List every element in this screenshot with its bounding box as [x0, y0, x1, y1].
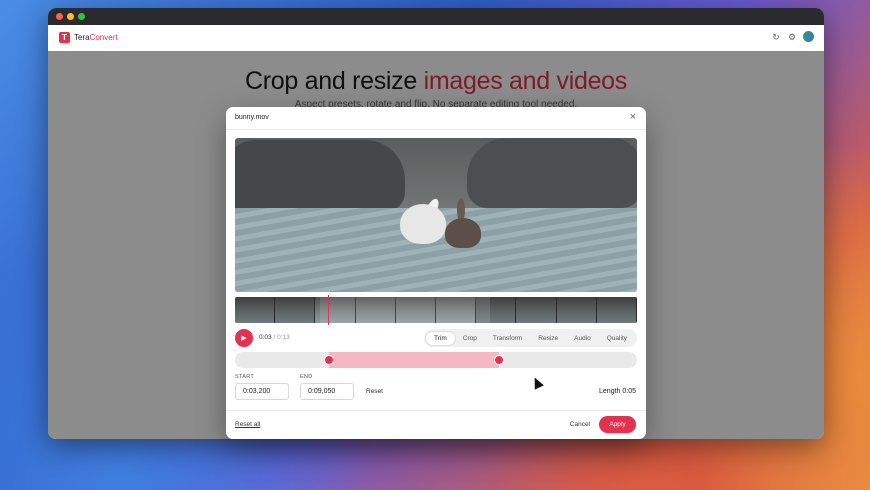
tab-resize[interactable]: Resize [530, 332, 566, 345]
gear-icon[interactable]: ⚙ [787, 32, 797, 42]
cancel-button[interactable]: Cancel [570, 421, 590, 428]
start-time-input[interactable] [235, 383, 289, 400]
tab-audio[interactable]: Audio [566, 332, 599, 345]
dialog-footer: Reset all Cancel Apply [226, 410, 646, 439]
play-icon[interactable]: ▶ [235, 329, 253, 347]
edit-tabs: Trim Crop Transform Resize Audio Quality [424, 329, 637, 347]
brand-name[interactable]: TeraConvert [74, 33, 118, 42]
video-preview[interactable] [235, 138, 637, 292]
timecode: 0:03 / 0:13 [259, 334, 290, 341]
refresh-icon[interactable]: ↻ [771, 32, 781, 42]
trim-start-handle[interactable] [324, 355, 334, 365]
apply-button[interactable]: Apply [599, 416, 636, 433]
tab-quality[interactable]: Quality [599, 332, 635, 345]
filmstrip-selection [320, 297, 490, 323]
trim-end-handle[interactable] [494, 355, 504, 365]
close-icon[interactable]: × [630, 111, 636, 123]
pillow-right [467, 138, 637, 208]
film-frame [235, 297, 276, 323]
trim-length: Length 0:05 [599, 388, 636, 395]
pillow-left [235, 140, 405, 212]
total-time: 0:13 [277, 334, 290, 341]
minimize-window-button[interactable] [67, 13, 74, 20]
window-titlebar [48, 8, 824, 25]
close-window-button[interactable] [56, 13, 63, 20]
tab-transform[interactable]: Transform [485, 332, 530, 345]
film-frame [556, 297, 597, 323]
logo-icon: T [59, 32, 70, 43]
brand-prefix: Tera [74, 33, 90, 42]
film-frame [596, 297, 637, 323]
playback-controls: ▶ 0:03 / 0:13 Trim Crop Transform Resize… [235, 329, 637, 347]
end-label: END [300, 374, 313, 380]
brown-bunny [445, 218, 481, 248]
white-bunny [400, 204, 446, 244]
film-frame [275, 297, 316, 323]
header-actions: ↻ ⚙ [771, 31, 814, 42]
tab-trim[interactable]: Trim [426, 331, 455, 345]
avatar[interactable] [803, 31, 814, 42]
end-time-input[interactable] [300, 383, 354, 400]
zoom-window-button[interactable] [78, 13, 85, 20]
current-time: 0:03 [259, 334, 272, 341]
film-frame [516, 297, 557, 323]
playhead[interactable] [328, 295, 329, 325]
reset-all-button[interactable]: Reset all [235, 421, 260, 428]
trim-range-selection[interactable] [329, 352, 499, 368]
app-header: T TeraConvert ↻ ⚙ [48, 25, 824, 52]
reset-button[interactable]: Reset [366, 388, 383, 395]
dialog-header: bunny.mov × [226, 107, 646, 130]
trim-dialog: bunny.mov × ▶ 0:03 / 0:13 Trim Crop Tran… [226, 107, 646, 439]
start-label: START [235, 374, 255, 380]
dialog-title: bunny.mov [235, 114, 269, 121]
tab-crop[interactable]: Crop [455, 332, 485, 345]
brand-suffix: Convert [89, 33, 118, 42]
